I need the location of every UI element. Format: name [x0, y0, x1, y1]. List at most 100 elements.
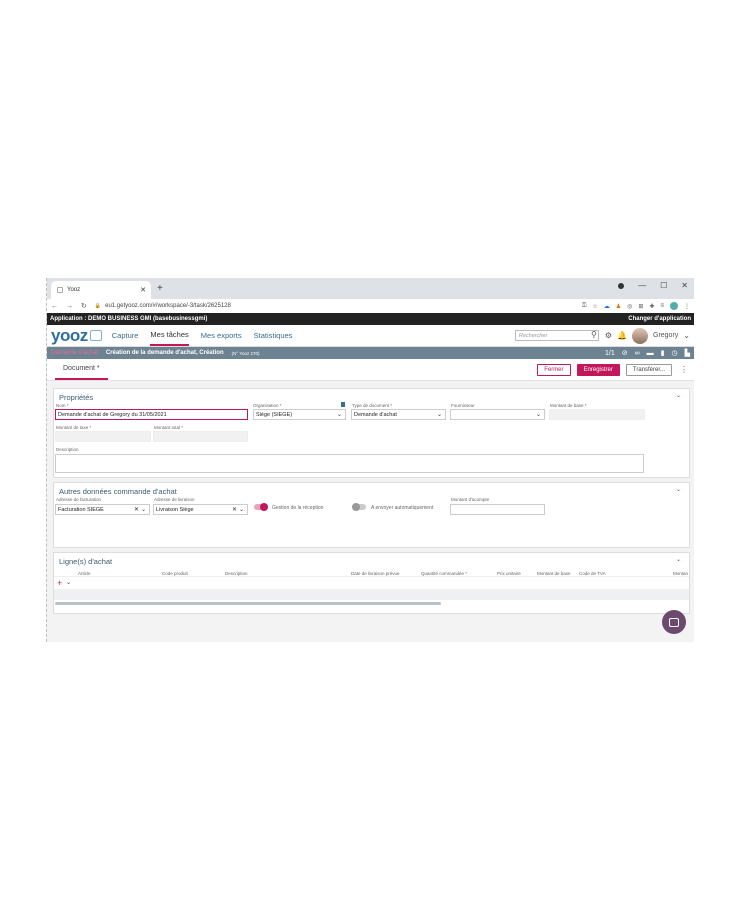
profile-icon[interactable] — [670, 302, 678, 310]
chevron-down-icon[interactable]: ⌄ — [676, 392, 681, 399]
comment-icon[interactable]: ▬ — [647, 350, 654, 357]
url-field[interactable]: 🔒 eu1.getyooz.com/#/workspace/-3/task/26… — [95, 303, 231, 309]
pager: 1/1 — [605, 349, 615, 357]
chevron-down-icon: ⌄ — [535, 412, 541, 418]
key-icon[interactable]: ⚿ — [582, 303, 587, 310]
search-icon[interactable]: ⚲ — [591, 330, 597, 339]
back-icon[interactable]: ← — [51, 303, 58, 310]
facturation-value: Facturation SIEGE — [58, 506, 104, 513]
clear-icon[interactable]: ✕ — [134, 506, 139, 513]
user-name[interactable]: Gregory — [653, 332, 678, 339]
avatar[interactable] — [632, 327, 648, 344]
type-document-select[interactable]: Demande d'achat ⌄ — [351, 409, 446, 420]
breadcrumb[interactable]: Demande d'achat — [51, 350, 98, 356]
organisation-value: Siège (SIEGE) — [256, 411, 293, 418]
chevron-down-icon[interactable]: ⌄ — [66, 579, 71, 586]
yooz-logo[interactable]: yooz — [51, 326, 102, 346]
purchase-lines-section: Ligne(s) d'achat ⌄ Article Code produit … — [53, 552, 690, 614]
save-button[interactable]: Enregistrer — [576, 363, 620, 376]
playlist-icon[interactable]: ≡ — [660, 303, 664, 309]
envoyer-auto-toggle[interactable] — [352, 503, 366, 511]
header-divider — [54, 576, 689, 577]
chevron-down-icon[interactable]: ⌄ — [683, 331, 690, 340]
cloud-extension-icon[interactable]: ☁ — [604, 303, 610, 310]
close-window-icon[interactable]: ✕ — [681, 281, 688, 290]
acompte-field[interactable] — [450, 504, 545, 515]
record-icon[interactable] — [618, 282, 625, 289]
nav-statistiques[interactable]: Statistiques — [254, 325, 293, 346]
reload-icon[interactable]: ↻ — [81, 302, 87, 310]
close-tab-icon[interactable]: ✕ — [140, 286, 146, 294]
bookmark-icon[interactable] — [341, 402, 345, 407]
description-label: Description — [56, 447, 79, 452]
facturation-select[interactable]: Facturation SIEGE ✕ ⌄ — [55, 504, 150, 515]
nom-field[interactable]: Demande d'achat de Gregory du 31/05/2021 — [55, 409, 248, 420]
search-input[interactable]: Rechercher ⚲ — [514, 330, 599, 341]
browser-tab[interactable]: Yooz ✕ — [51, 281, 151, 299]
table-row — [54, 589, 689, 600]
other-data-title: Autres données commande d'achat — [59, 487, 177, 496]
add-line-icon[interactable]: + — [57, 578, 62, 588]
livraison-select[interactable]: Livraison Siège ✕ ⌄ — [153, 504, 248, 515]
clear-icon[interactable]: ✕ — [232, 506, 237, 513]
chat-button[interactable] — [662, 610, 686, 634]
gear-icon[interactable]: ⚙ — [605, 331, 612, 340]
toggle-knob — [352, 503, 360, 511]
new-tab-icon[interactable]: + — [157, 283, 163, 294]
document-content: Propriétés ⌄ Nom * Demande d'achat de Gr… — [53, 388, 690, 618]
tab-document[interactable]: Document * — [55, 359, 108, 380]
lock-icon: 🔒 — [94, 303, 102, 309]
chevron-down-icon[interactable]: ⌄ — [676, 486, 681, 493]
transfer-button[interactable]: Transférer... — [625, 363, 672, 376]
fournisseur-select[interactable]: ⌄ — [450, 409, 545, 420]
nav-mes-exports[interactable]: Mes exports — [201, 325, 242, 346]
organisation-label: Organisation * — [253, 403, 282, 408]
link-icon[interactable]: ∞ — [635, 350, 640, 357]
application-label: Application : DEMO BUSINESS GMI (basebus… — [50, 316, 208, 322]
person-extension-icon[interactable]: ♟ — [616, 303, 621, 310]
facturation-label: Adresse de facturation — [56, 497, 102, 502]
browser-menu-icon[interactable]: ⋮ — [684, 303, 690, 310]
more-icon[interactable]: ⋮ — [680, 365, 688, 374]
bell-icon[interactable]: 🔔 — [617, 331, 627, 340]
puzzle-icon[interactable]: ✚ — [649, 303, 654, 310]
block-icon[interactable]: ⊘ — [622, 349, 628, 357]
trash-icon[interactable]: ▮ — [661, 349, 665, 357]
glasses-extension-icon[interactable]: ◎ — [627, 303, 632, 310]
favicon-icon — [57, 287, 63, 293]
toggle-knob — [260, 503, 268, 511]
chevron-down-icon: ⌄ — [436, 412, 442, 418]
chat-icon — [669, 617, 679, 627]
extensions: ⚿ ☆ ☁ ♟ ◎ ⊞ ✚ ≡ ⋮ — [582, 302, 690, 310]
yooz-number: (N° Yooz 270) — [231, 350, 260, 356]
clock-icon[interactable]: ◷ — [672, 349, 678, 357]
minimize-icon[interactable]: — — [638, 281, 646, 290]
description-field[interactable] — [55, 454, 644, 473]
purchase-lines-title: Ligne(s) d'achat — [59, 557, 113, 566]
montant-taxe-field[interactable] — [55, 431, 151, 442]
maximize-icon[interactable]: ☐ — [660, 281, 667, 290]
browser-window: Yooz ✕ + — ☐ ✕ ← → ↻ 🔒 eu1.getyooz.com/#… — [46, 278, 694, 642]
task-bar: Demande d'achat Création de la demande d… — [47, 347, 694, 359]
montant-total-field[interactable] — [153, 431, 248, 442]
close-button[interactable]: Fermer — [537, 363, 571, 376]
logo-tag-icon — [89, 330, 102, 341]
gestion-reception-toggle[interactable] — [254, 503, 268, 511]
nav-capture[interactable]: Capture — [112, 325, 139, 346]
task-title: Création de la demande d'achat, Création — [105, 350, 224, 356]
chevron-down-icon[interactable]: ⌄ — [676, 556, 681, 563]
properties-section: Propriétés ⌄ Nom * Demande d'achat de Gr… — [53, 388, 690, 478]
montant-base-field[interactable] — [549, 409, 645, 420]
forward-icon[interactable]: → — [66, 303, 73, 310]
browser-tabbar: Yooz ✕ + — ☐ ✕ — [47, 278, 694, 299]
organisation-select[interactable]: Siège (SIEGE) ⌄ — [253, 409, 346, 420]
horizontal-scrollbar[interactable] — [55, 602, 441, 605]
chevron-down-icon: ⌄ — [238, 507, 244, 513]
properties-title: Propriétés — [59, 393, 94, 402]
star-icon[interactable]: ☆ — [592, 303, 597, 310]
type-document-value: Demande d'achat — [354, 411, 397, 418]
change-application-link[interactable]: Changer d'application — [628, 316, 691, 322]
layout-icon[interactable]: ▙ — [685, 349, 690, 357]
nav-mes-taches[interactable]: Mes tâches — [150, 325, 189, 346]
grid-extension-icon[interactable]: ⊞ — [638, 303, 643, 310]
